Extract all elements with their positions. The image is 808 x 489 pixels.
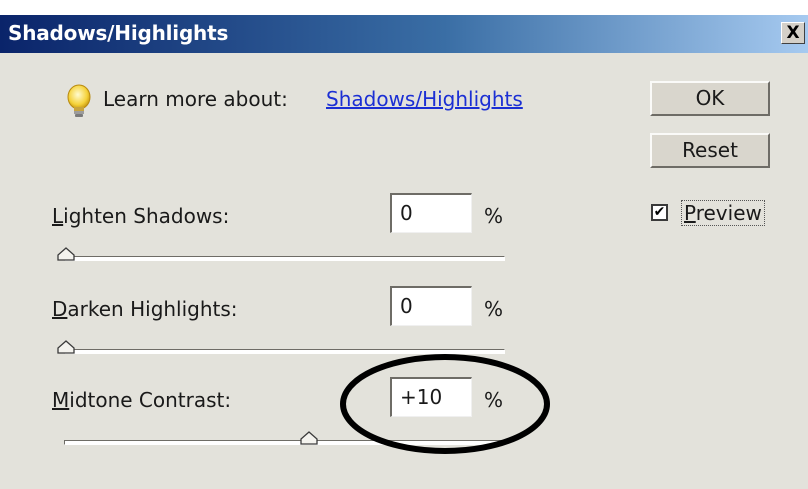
darken-highlights-label-rest: arken Highlights: bbox=[67, 297, 238, 321]
lightbulb-icon bbox=[67, 84, 91, 117]
shadows-highlights-dialog: Shadows/Highlights X Learn more about: S… bbox=[0, 0, 808, 489]
preview-label-rest: review bbox=[695, 201, 762, 225]
lighten-shadows-unit: % bbox=[484, 204, 504, 228]
midtone-contrast-label-rest: idtone Contrast: bbox=[69, 388, 232, 412]
learn-more-link[interactable]: Shadows/Highlights bbox=[326, 87, 523, 111]
learn-more-label: Learn more about: bbox=[103, 87, 288, 111]
darken-highlights-unit: % bbox=[484, 297, 504, 321]
preview-checkbox[interactable]: ✔ bbox=[651, 204, 668, 221]
midtone-contrast-label-mnemonic: M bbox=[52, 388, 70, 412]
ok-button[interactable]: OK bbox=[650, 81, 770, 116]
title-bar[interactable]: Shadows/Highlights X bbox=[0, 15, 808, 53]
reset-button[interactable]: Reset bbox=[650, 133, 770, 168]
lighten-shadows-slider-thumb[interactable] bbox=[56, 247, 76, 261]
checkmark-icon: ✔ bbox=[653, 204, 666, 220]
top-edge bbox=[0, 0, 808, 15]
preview-label-first: P bbox=[684, 201, 696, 225]
lighten-shadows-label: Lighten Shadows: bbox=[52, 204, 229, 228]
midtone-contrast-label: Midtone Contrast: bbox=[52, 388, 231, 412]
darken-highlights-label: Darken Highlights: bbox=[52, 297, 238, 321]
close-button[interactable]: X bbox=[781, 22, 805, 44]
close-icon: X bbox=[786, 23, 800, 43]
preview-label[interactable]: Preview bbox=[681, 200, 765, 226]
window-title: Shadows/Highlights bbox=[8, 21, 229, 45]
lighten-shadows-label-rest: ighten Shadows: bbox=[63, 204, 230, 228]
lighten-shadows-slider-track[interactable] bbox=[64, 256, 505, 261]
annotation-circle bbox=[340, 354, 550, 454]
darken-highlights-slider-thumb[interactable] bbox=[56, 340, 76, 354]
lighten-shadows-label-mnemonic: L bbox=[52, 204, 64, 228]
darken-highlights-input[interactable]: 0 bbox=[390, 286, 472, 326]
lighten-shadows-input[interactable]: 0 bbox=[390, 193, 472, 233]
midtone-contrast-slider-thumb[interactable] bbox=[299, 431, 319, 445]
darken-highlights-label-mnemonic: D bbox=[52, 297, 68, 321]
